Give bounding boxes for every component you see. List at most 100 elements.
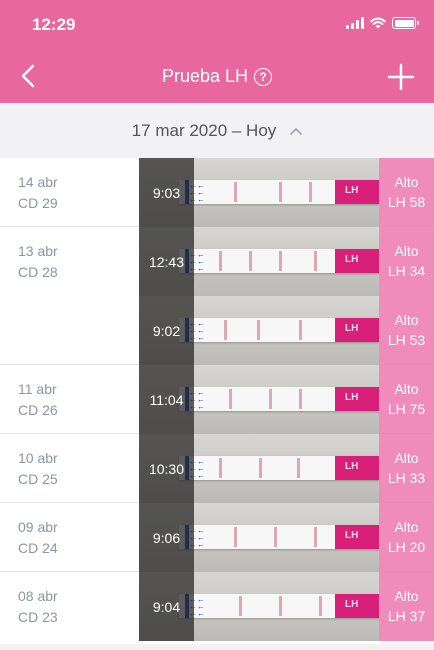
- strip-line: [309, 182, 312, 202]
- day-date: 14 abr: [18, 174, 58, 190]
- day-group: 09 abr CD 24 ←←←←←←9:06 Alto LH 20: [0, 503, 434, 572]
- result-level: Alto: [394, 381, 419, 397]
- test-strip: ←← ←← ←←: [179, 525, 379, 549]
- day-label: 14 abr CD 29: [18, 172, 58, 214]
- result-level: Alto: [394, 174, 419, 190]
- test-strip: ←← ←← ←←: [179, 387, 379, 411]
- entry-time: 9:04: [139, 572, 194, 641]
- strip-line: [299, 389, 302, 409]
- entry-time: 9:03: [139, 158, 194, 227]
- day-group: 11 abr CD 26 ←←←←←←11:04 Alto LH 75: [0, 365, 434, 434]
- test-entry[interactable]: ←←←←←←9:02 Alto LH 53: [139, 296, 434, 365]
- chevron-up-icon: [290, 127, 303, 135]
- test-entry[interactable]: ←←←←←←10:30 Alto LH 33: [139, 434, 434, 503]
- cycle-day: CD 29: [18, 195, 58, 211]
- strip-pink-end: [335, 594, 379, 618]
- lh-value: LH 37: [387, 608, 426, 624]
- page-title: Prueba LH ?: [0, 66, 434, 87]
- strip-line: [234, 527, 237, 547]
- lh-value: LH 33: [387, 470, 426, 486]
- strip-line: [229, 389, 232, 409]
- entry-time: 10:30: [139, 434, 194, 503]
- day-group: 13 abrCD 28 ←←←←←←12:43 Alto LH 34←←←←←← 9:0…: [0, 227, 434, 365]
- lh-value: LH 75: [387, 401, 426, 417]
- wifi-icon: [370, 17, 386, 29]
- cycle-day: CD 28: [18, 264, 58, 280]
- day-group: 10 abr CD 25 ←←←←←←10:30 Alto LH 33: [0, 434, 434, 503]
- day-label: 10 abr CD 25: [18, 448, 58, 490]
- cycle-day: CD 25: [18, 471, 58, 487]
- strip-pink-end: [335, 525, 379, 549]
- plus-icon[interactable]: [386, 62, 416, 92]
- strip-pink-end: [335, 387, 379, 411]
- status-icons: [346, 17, 419, 29]
- test-strip: ←← ←← ←←: [179, 249, 379, 273]
- day-date: 09 abr: [18, 519, 58, 535]
- lh-value: LH 53: [387, 332, 426, 348]
- day-label: 08 abr CD 23: [18, 586, 58, 628]
- lh-result-badge: Alto LH 34: [379, 227, 434, 296]
- lh-value: LH 20: [387, 539, 426, 555]
- strip-line: [249, 251, 252, 271]
- entry-time: 9:06: [139, 503, 194, 572]
- status-time: 12:29: [32, 15, 76, 34]
- lh-result-badge: Alto LH 20: [379, 503, 434, 572]
- app-header: 12:29 Prueba LH ?: [0, 0, 434, 103]
- result-level: Alto: [394, 450, 419, 466]
- strip-pink-end: [335, 180, 379, 204]
- strip-line: [319, 596, 322, 616]
- cycle-day: CD 26: [18, 402, 58, 418]
- test-entry[interactable]: ←←←←←←12:43 Alto LH 34: [139, 227, 434, 296]
- result-level: Alto: [394, 312, 419, 328]
- entry-time: 11:04: [139, 365, 194, 434]
- strip-line: [224, 320, 227, 340]
- day-label: 11 abr CD 26: [18, 379, 58, 421]
- strip-line: [279, 251, 282, 271]
- day-group: 14 abr CD 29 ←←←←←←9:03 Alto LH 58: [0, 158, 434, 227]
- test-entry[interactable]: ←←←←←←9:03 Alto LH 58: [139, 158, 434, 227]
- day-group: 08 abr CD 23 ←←←←←←9:04 Alto LH 37: [0, 572, 434, 641]
- day-label: 09 abr CD 24: [18, 517, 58, 559]
- battery-icon: [392, 17, 419, 29]
- help-icon[interactable]: ?: [254, 67, 273, 86]
- day-date: 08 abr: [18, 588, 58, 604]
- strip-line: [274, 527, 277, 547]
- date-range-selector[interactable]: 17 mar 2020 – Hoy: [0, 103, 434, 158]
- page-title-text: Prueba LH: [161, 66, 249, 86]
- strip-line: [279, 596, 282, 616]
- strip-line: [219, 458, 222, 478]
- test-entry[interactable]: ←←←←←←9:04 Alto LH 37: [139, 572, 434, 641]
- lh-value: LH 34: [387, 263, 426, 279]
- strip-pink-end: [335, 318, 379, 342]
- lh-result-badge: Alto LH 33: [379, 434, 434, 503]
- result-level: Alto: [394, 588, 419, 604]
- strip-line: [314, 251, 317, 271]
- entry-time: 12:43: [139, 227, 194, 296]
- day-label: 13 abr CD 28: [18, 241, 58, 283]
- strip-line: [299, 320, 302, 340]
- lh-value: LH 58: [387, 194, 426, 210]
- cycle-day: CD 23: [18, 609, 58, 625]
- cycle-day: CD 24: [18, 540, 58, 556]
- strip-line: [297, 458, 300, 478]
- result-level: Alto: [394, 243, 419, 259]
- entry-time: 9:02: [139, 296, 194, 365]
- test-strip: ←← ←← ←←: [179, 594, 379, 618]
- strip-line: [257, 320, 260, 340]
- lh-result-badge: Alto LH 75: [379, 365, 434, 434]
- lh-result-badge: Alto LH 37: [379, 572, 434, 641]
- test-entry[interactable]: ←←←←←←11:04 Alto LH 75: [139, 365, 434, 434]
- strip-line: [314, 527, 317, 547]
- date-range-label: 17 mar 2020 – Hoy: [131, 120, 277, 140]
- strip-pink-end: [335, 249, 379, 273]
- test-strip: ←← ←← ←←: [179, 456, 379, 480]
- strip-line: [279, 182, 282, 202]
- strip-line: [219, 251, 222, 271]
- test-entry[interactable]: ←←←←←←9:06 Alto LH 20: [139, 503, 434, 572]
- day-date: 11 abr: [18, 381, 57, 397]
- strip-line: [234, 182, 237, 202]
- strip-line: [239, 596, 242, 616]
- strip-line: [259, 458, 262, 478]
- strip-pink-end: [335, 456, 379, 480]
- signal-icon: [346, 17, 364, 29]
